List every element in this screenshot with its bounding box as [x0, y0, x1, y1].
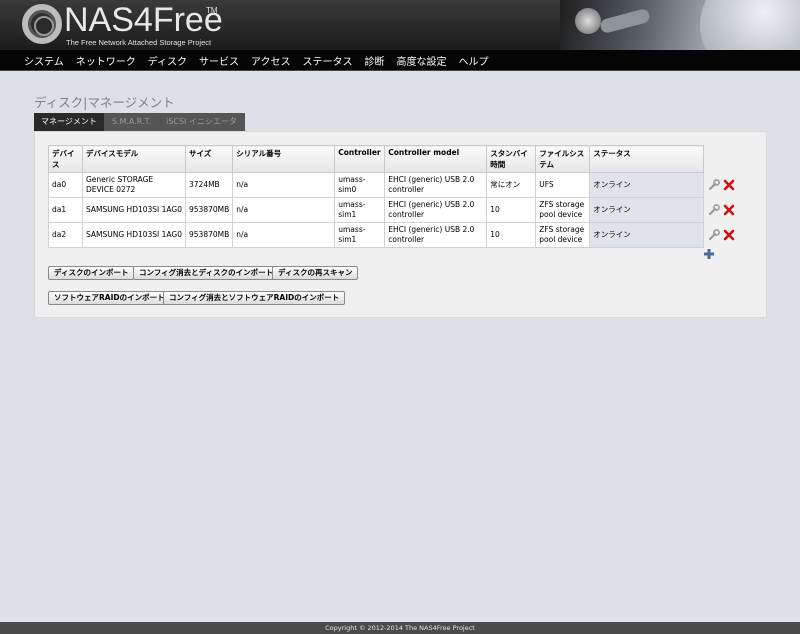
logo-trademark: TM [206, 6, 218, 15]
row-actions [704, 198, 738, 223]
table-cell: オンライン [589, 197, 705, 223]
table-cell: ZFS storage pool device [535, 197, 591, 223]
column-header: デバイス [48, 145, 83, 173]
column-header: ファイルシステム [535, 145, 591, 173]
import-disks-button[interactable]: ディスクのインポート [48, 266, 135, 280]
row-actions [704, 173, 738, 198]
table-cell: ZFS storage pool device [535, 222, 591, 248]
nav-item-2[interactable]: ディスク [148, 53, 187, 68]
table-header-row: デバイス デバイスモデル サイズ シリアル番号 Controller Controller… [48, 145, 739, 173]
row-actions [704, 223, 738, 248]
tab-0[interactable]: マネージメント [34, 113, 105, 131]
nav-item-0[interactable]: システム [24, 53, 64, 68]
nav-item-6[interactable]: 診断 [365, 53, 385, 68]
nav-item-3[interactable]: サービス [199, 53, 239, 68]
table-row[interactable]: da0 Generic STORAGE DEVICE 0272 3724MB n/a u… [48, 172, 739, 198]
hard-drive-platter-image [700, 0, 800, 50]
table-cell: umass-sim1 [334, 197, 386, 223]
wrench-icon[interactable] [708, 204, 721, 216]
table-cell: da1 [48, 197, 83, 223]
table-cell: EHCI (generic) USB 2.0 controller [384, 222, 488, 248]
table-cell: オンライン [589, 172, 705, 198]
footer: Copyright © 2012-2014 The NAS4Free Proje… [0, 622, 800, 634]
table-cell: SAMSUNG HD103SI 1AG0 [82, 222, 186, 248]
table-cell: 3724MB [184, 172, 234, 198]
column-header: Controller [334, 145, 386, 173]
logo-text: NAS4Free [64, 1, 223, 39]
rescan-disks-button[interactable]: ディスクの再スキャン [272, 266, 359, 280]
disk-table: デバイス デバイスモデル サイズ シリアル番号 Controller Controller… [48, 145, 739, 248]
header: NAS4Free TM The Free Network Attached St… [0, 0, 800, 50]
table-cell: n/a [232, 197, 336, 223]
disk-management-panel: デバイス デバイスモデル サイズ シリアル番号 Controller Controller… [34, 131, 767, 318]
table-cell: umass-sim1 [334, 222, 386, 248]
clear-config-import-software-raid-button[interactable]: コンフィグ消去とソフトウェアRAIDのインポート [163, 291, 346, 305]
hard-drive-hub-image [575, 8, 601, 34]
logo-icon [22, 4, 62, 44]
nav-item-7[interactable]: 高度な設定 [397, 53, 447, 68]
nav-item-1[interactable]: ネットワーク [76, 53, 136, 68]
column-header: Controller model [384, 145, 488, 173]
logo-subtitle: The Free Network Attached Storage Projec… [66, 38, 212, 47]
wrench-icon[interactable] [708, 179, 721, 191]
table-cell: 10 [486, 222, 537, 248]
tab-bar: マネージメント S.M.A.R.T. iSCSI イニシエータ [34, 113, 245, 131]
column-header: デバイスモデル [82, 145, 186, 173]
column-header: スタンバイ時間 [486, 145, 537, 173]
table-cell: da0 [48, 172, 83, 198]
page-title: ディスク|マネージメント [34, 95, 175, 110]
wrench-icon[interactable] [708, 229, 721, 241]
table-cell: SAMSUNG HD103SI 1AG0 [82, 197, 186, 223]
table-cell: umass-sim0 [334, 172, 386, 198]
table-cell: n/a [232, 172, 336, 198]
tab-1[interactable]: S.M.A.R.T. [104, 113, 160, 131]
delete-icon[interactable] [723, 179, 735, 191]
table-cell: n/a [232, 222, 336, 248]
nav-item-8[interactable]: ヘルプ [459, 53, 489, 68]
table-cell: EHCI (generic) USB 2.0 controller [384, 172, 488, 198]
main-nav: システム ネットワーク ディスク サービス アクセス ステータス 診断 高度な設定 ヘルプ [0, 50, 800, 71]
delete-icon[interactable] [723, 229, 735, 241]
table-cell: 常にオン [486, 172, 537, 198]
table-cell: 10 [486, 197, 537, 223]
table-row[interactable]: da1 SAMSUNG HD103SI 1AG0 953870MB n/a umass-… [48, 197, 739, 223]
clear-config-import-disks-button[interactable]: コンフィグ消去とディスクのインポート [133, 266, 280, 280]
delete-icon[interactable] [723, 204, 735, 216]
table-cell: UFS [535, 172, 591, 198]
table-cell: オンライン [589, 222, 705, 248]
column-header: ステータス [589, 145, 705, 173]
import-software-raid-button[interactable]: ソフトウェアRAIDのインポート [48, 291, 171, 305]
table-row[interactable]: da2 SAMSUNG HD103SI 1AG0 953870MB n/a umass-… [48, 222, 739, 248]
column-header: シリアル番号 [232, 145, 336, 173]
table-cell: Generic STORAGE DEVICE 0272 [82, 172, 186, 198]
column-header: サイズ [184, 145, 234, 173]
table-cell: EHCI (generic) USB 2.0 controller [384, 197, 488, 223]
table-cell: 953870MB [184, 197, 234, 223]
tab-2[interactable]: iSCSI イニシエータ [159, 113, 245, 131]
table-cell: da2 [48, 222, 83, 248]
actions-header [704, 146, 738, 173]
nav-item-5[interactable]: ステータス [303, 53, 353, 68]
add-icon[interactable] [703, 248, 715, 260]
table-cell: 953870MB [184, 222, 234, 248]
nav-item-4[interactable]: アクセス [251, 53, 291, 68]
